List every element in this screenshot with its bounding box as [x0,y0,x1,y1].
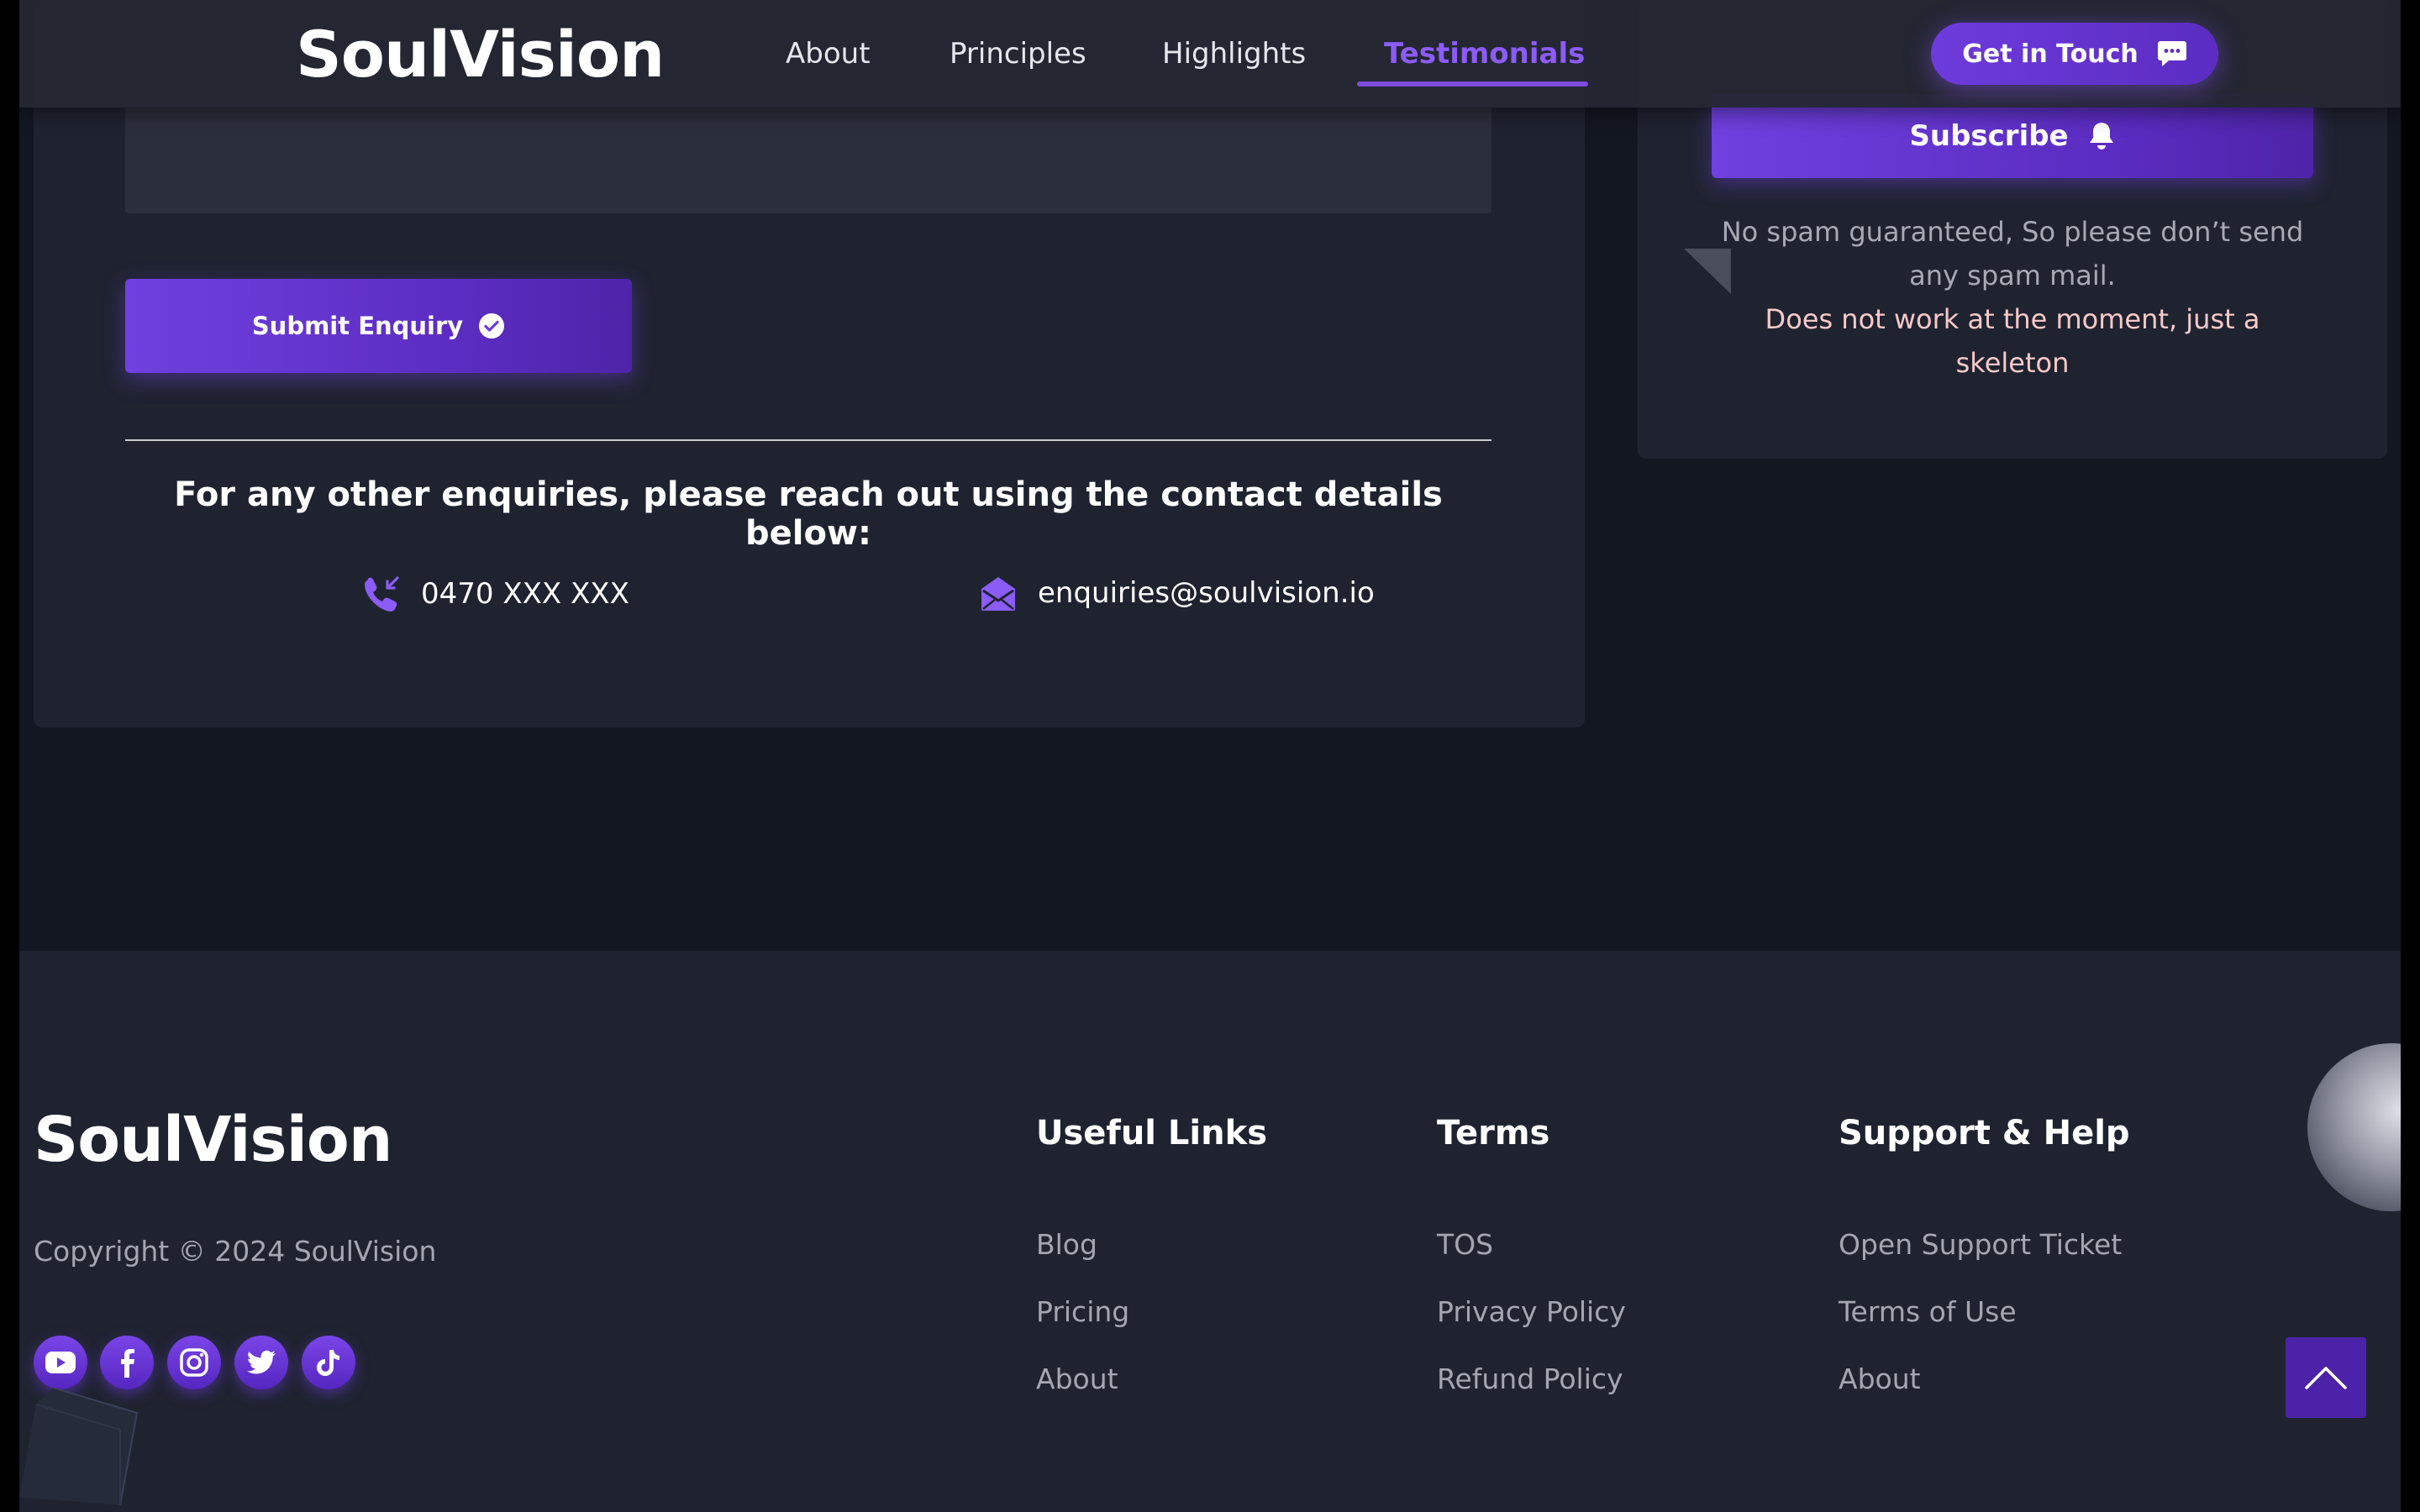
nav-link-testimonials[interactable]: Testimonials [1384,37,1585,71]
chevron-up-icon [2305,1367,2347,1389]
footer-link-refund-policy[interactable]: Refund Policy [1437,1362,1623,1395]
subscribe-label: Subscribe [1909,119,2069,153]
facebook-icon [121,1349,134,1378]
site-header: SoulVision About Principles Highlights T… [19,0,2401,108]
get-in-touch-label: Get in Touch [1962,39,2139,69]
instagram-link[interactable] [167,1336,221,1389]
scroll-to-top-button[interactable] [2286,1337,2366,1418]
footer-link-support-about[interactable]: About [1839,1362,1921,1395]
youtube-link[interactable] [34,1336,87,1389]
footer-column-title-useful-links: Useful Links [1036,1114,1268,1152]
nav-link-highlights[interactable]: Highlights [1162,37,1306,71]
tiktok-link[interactable] [302,1336,355,1389]
no-spam-note: No spam guaranteed, So please don’t send… [1721,216,2304,291]
envelope-open-icon [981,577,1015,611]
page-viewport: SoulVision About Principles Highlights T… [19,0,2401,1512]
youtube-icon [45,1352,76,1373]
contact-phone-number: 0470 XXX XXX [421,577,629,611]
nav-active-indicator [1357,81,1588,87]
decorative-cube [19,1388,139,1506]
twitter-link[interactable] [234,1336,288,1389]
tiktok-icon [317,1350,339,1376]
footer-link-blog[interactable]: Blog [1036,1228,1097,1261]
facebook-link[interactable] [100,1336,154,1389]
enquiry-form-card: Submit Enquiry For any other enquiries, … [34,0,1585,727]
submit-enquiry-label: Submit Enquiry [251,312,464,340]
twitter-icon [247,1350,276,1374]
header-brand-logo[interactable]: SoulVision [296,17,665,92]
site-footer: SoulVision Copyright © 2024 SoulVision U… [19,951,2401,1512]
footer-brand-logo[interactable]: SoulVision [34,1104,392,1176]
footer-column-title-terms: Terms [1437,1114,1550,1152]
submit-enquiry-button[interactable]: Submit Enquiry [125,279,632,373]
contact-email-address: enquiries@soulvision.io [1038,576,1375,610]
footer-link-tos[interactable]: TOS [1437,1228,1493,1261]
contact-email[interactable]: enquiries@soulvision.io [979,575,1375,612]
footer-link-privacy-policy[interactable]: Privacy Policy [1437,1295,1626,1328]
phone-incoming-icon [365,576,399,612]
nav-link-about[interactable]: About [786,37,871,71]
contact-divider [125,439,1491,441]
decorative-sphere [2307,1043,2401,1211]
check-circle-icon [479,313,505,339]
skeleton-warning-note: Does not work at the moment, just a skel… [1765,303,2260,379]
nav-link-principles[interactable]: Principles [950,37,1086,71]
footer-column-title-support-help: Support & Help [1839,1114,2130,1152]
bell-icon [2089,123,2113,150]
chat-bubble-icon [2157,41,2186,66]
get-in-touch-button[interactable]: Get in Touch [1931,23,2218,85]
footer-link-pricing[interactable]: Pricing [1036,1295,1129,1328]
instagram-icon [180,1348,208,1377]
contact-phone[interactable]: 0470 XXX XXX [362,575,629,613]
contact-details-heading: For any other enquiries, please reach ou… [174,475,1443,553]
footer-copyright: Copyright © 2024 SoulVision [34,1235,437,1268]
footer-link-open-support-ticket[interactable]: Open Support Ticket [1839,1228,2122,1261]
footer-link-about[interactable]: About [1036,1362,1118,1395]
footer-link-terms-of-use[interactable]: Terms of Use [1839,1295,2017,1328]
